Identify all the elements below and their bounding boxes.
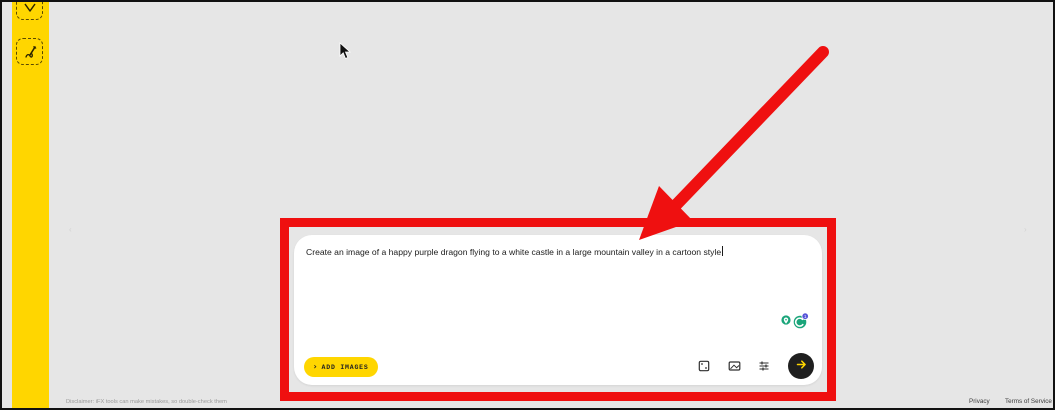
add-images-button[interactable]: › ADD IMAGES <box>304 357 378 377</box>
text-caret <box>722 246 724 256</box>
sidebar-tool-edit[interactable] <box>16 38 43 65</box>
prompt-panel: Create an image of a happy purple dragon… <box>294 235 822 385</box>
aspect-ratio-button[interactable] <box>725 358 743 376</box>
add-images-label: ADD IMAGES <box>321 363 369 371</box>
prompt-text: Create an image of a happy purple dragon… <box>306 247 722 257</box>
chevron-left-icon: ‹ <box>69 225 72 234</box>
assist-icons: 1 <box>780 312 811 330</box>
terms-link[interactable]: Terms of Service <box>1005 398 1052 406</box>
edit-icon <box>22 44 38 60</box>
dice-icon <box>698 360 710 375</box>
dice-button[interactable] <box>695 358 713 376</box>
chevron-right-icon: › <box>1024 225 1027 234</box>
disclaimer: Disclaimer: iFX tools can make mistakes,… <box>66 399 227 405</box>
app-window: ‹ › Create an image of a happy purple dr… <box>0 0 1055 410</box>
sidebar <box>12 2 49 408</box>
location-pin-icon <box>781 315 791 325</box>
arrow-right-icon <box>795 358 808 374</box>
settings-button[interactable] <box>755 358 773 376</box>
sidebar-tool-shield[interactable] <box>16 2 43 20</box>
mouse-cursor-icon <box>339 42 352 60</box>
shield-icon <box>22 2 38 15</box>
sliders-icon <box>758 360 770 375</box>
prompt-input[interactable]: Create an image of a happy purple dragon… <box>306 245 776 259</box>
privacy-link[interactable]: Privacy <box>969 398 990 406</box>
grammar-assistant-icon: 1 <box>793 312 809 329</box>
send-button[interactable] <box>788 353 814 379</box>
chevron-right-icon: › <box>313 362 318 371</box>
aspect-ratio-icon <box>728 360 741 375</box>
